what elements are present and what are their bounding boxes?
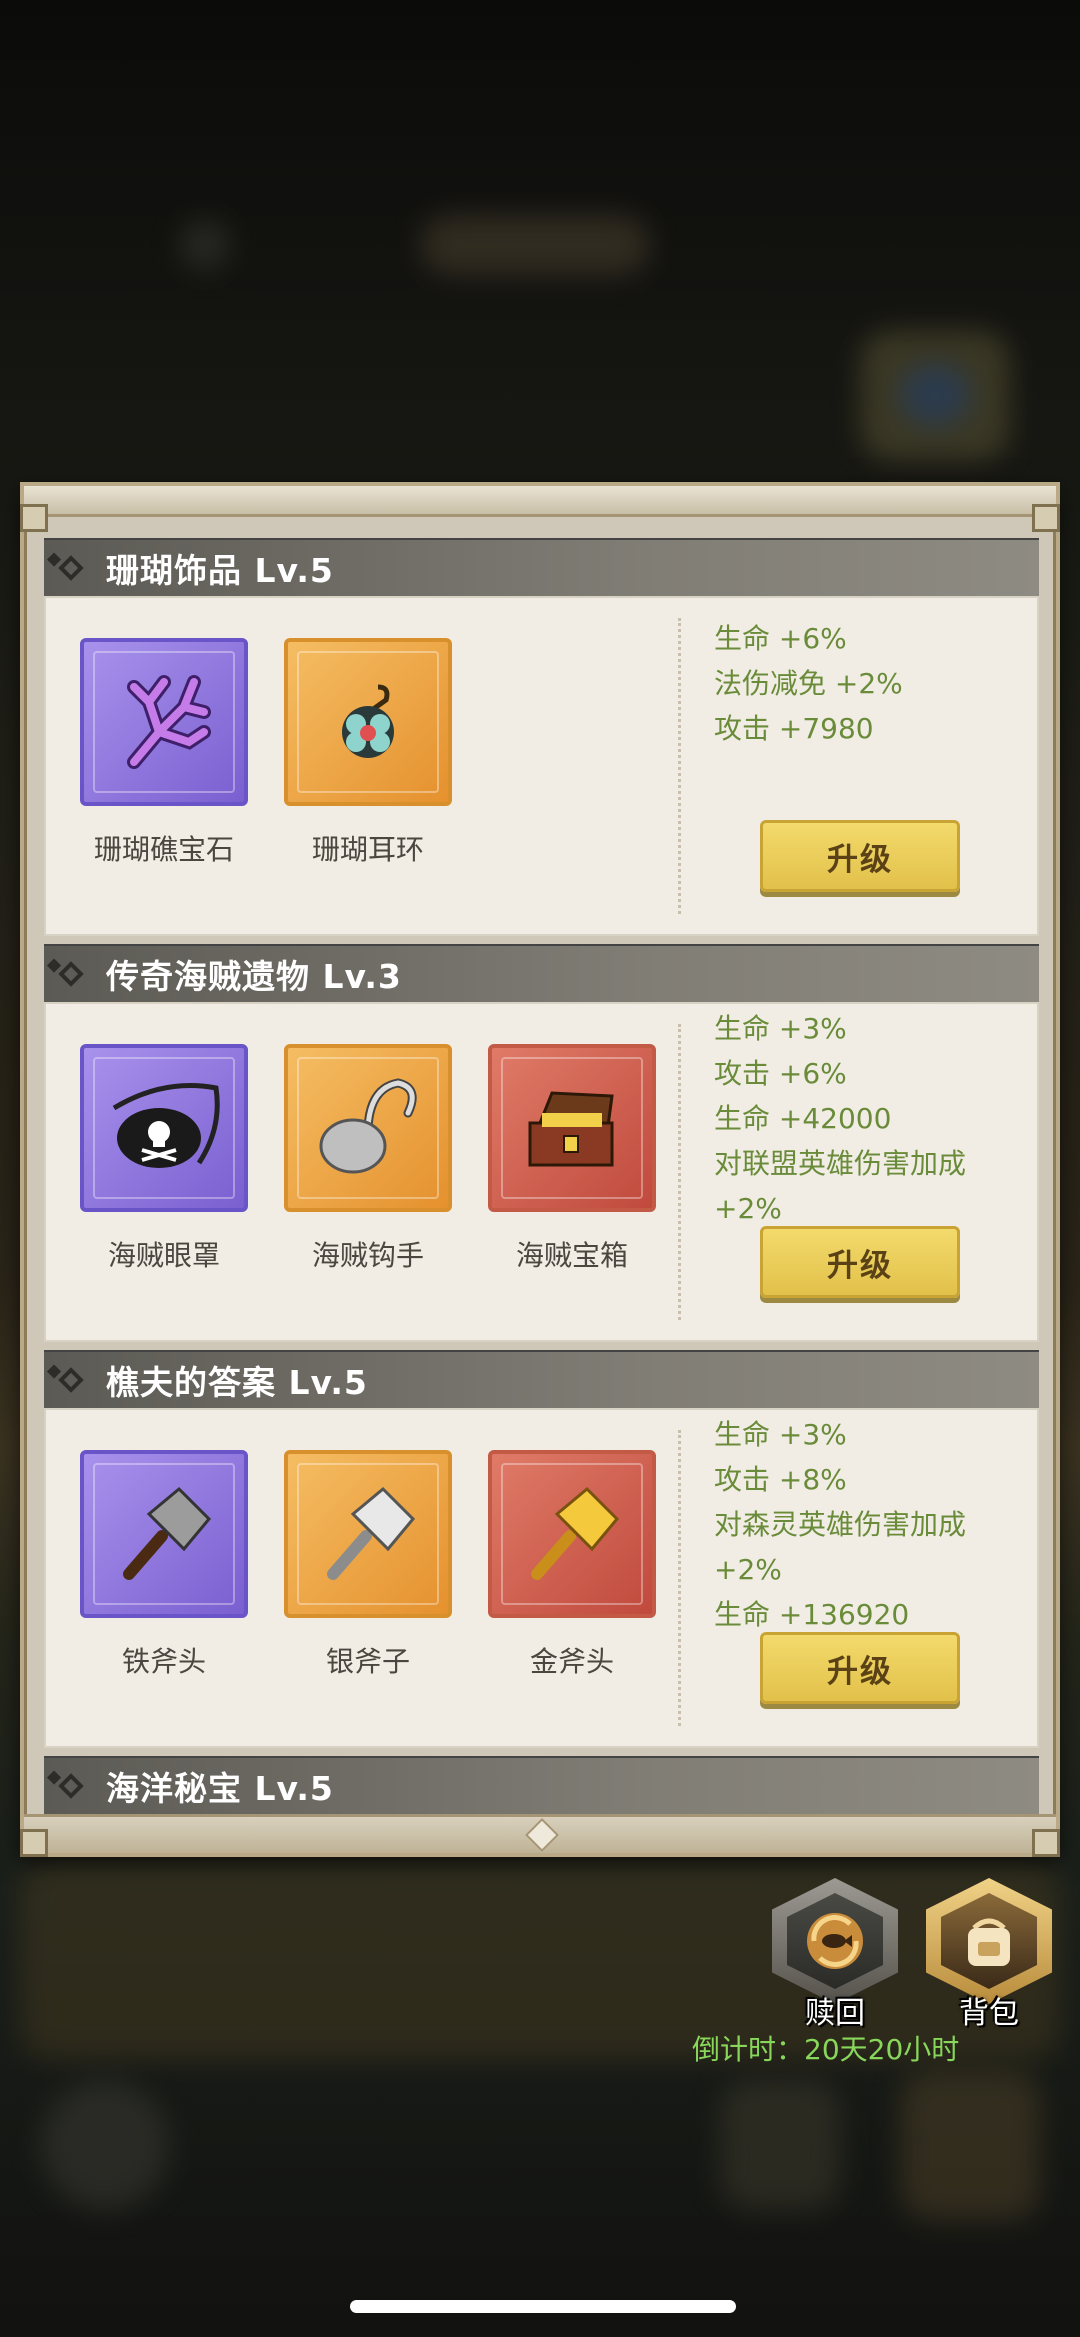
section-header: 珊瑚饰品 Lv.5 — [44, 538, 1039, 596]
diamond-bullet-icon — [58, 1773, 84, 1799]
stat-list: 生命 +6% 法伤减免 +2% 攻击 +7980 — [714, 616, 1014, 751]
item-name: 海贼眼罩 — [107, 1239, 220, 1272]
column-divider — [678, 1430, 681, 1726]
hook-icon — [319, 1078, 417, 1174]
relic-item[interactable]: 海贼眼罩 — [80, 1044, 248, 1274]
upgrade-button[interactable]: 升级 — [760, 1632, 960, 1704]
item-name: 海贼宝箱 — [515, 1239, 628, 1272]
stat-line: 生命 +3% — [714, 1418, 847, 1451]
upgrade-button[interactable]: 升级 — [760, 820, 960, 892]
item-name: 珊瑚耳环 — [311, 833, 424, 866]
relic-item[interactable]: 海贼钩手 — [284, 1044, 452, 1274]
background-blur — [40, 2080, 170, 2210]
backpack-icon — [968, 1918, 1010, 1966]
relic-section: 传奇海贼遗物 Lv.3 海贼眼罩 海贼钩手 海贼宝箱 生命 +3% 攻击 +6%… — [44, 944, 1039, 1342]
item-frame[interactable] — [284, 638, 452, 806]
relic-item[interactable]: 珊瑚耳环 — [284, 638, 452, 868]
item-frame[interactable] — [488, 1450, 656, 1618]
corner-ornament — [1032, 504, 1060, 532]
relic-item[interactable]: 海贼宝箱 — [488, 1044, 656, 1274]
column-divider — [678, 618, 681, 914]
redeem-button[interactable]: 赎回 — [772, 1878, 898, 2031]
section-header: 海洋秘宝 Lv.5 — [44, 1756, 1039, 1814]
relic-section: 珊瑚饰品 Lv.5 珊瑚礁宝石 珊瑚耳环 生命 +6% 法伤减免 +2% 攻击 … — [44, 538, 1039, 936]
relic-panel: 珊瑚饰品 Lv.5 珊瑚礁宝石 珊瑚耳环 生命 +6% 法伤减免 +2% 攻击 … — [20, 482, 1060, 1857]
corner-ornament — [1032, 1829, 1060, 1857]
column-divider — [678, 1024, 681, 1320]
relic-item[interactable]: 珊瑚礁宝石 — [80, 638, 248, 868]
stat-line: 生命 +136920 — [714, 1598, 910, 1631]
backpack-label: 背包 — [959, 1996, 1019, 2031]
relic-item[interactable]: 银斧子 — [284, 1450, 452, 1680]
diamond-bullet-icon — [58, 555, 84, 581]
section-title: 樵夫的答案 Lv.5 — [106, 1363, 368, 1402]
upgrade-button[interactable]: 升级 — [760, 1226, 960, 1298]
stat-line: 生命 +3% — [714, 1012, 847, 1045]
background-blur — [900, 365, 970, 425]
hex-frame — [772, 1878, 898, 2004]
relic-item[interactable]: 铁斧头 — [80, 1450, 248, 1680]
stat-line: +2% — [714, 1553, 782, 1586]
stat-line: +2% — [714, 1192, 782, 1225]
eyepatch-icon — [112, 1083, 220, 1168]
corner-ornament — [20, 504, 48, 532]
section-body: 铁斧头 银斧子 金斧头 生命 +3% 攻击 +8% 对森灵英雄伤害加成 +2% … — [44, 1408, 1039, 1748]
silver-axe-icon — [327, 1486, 416, 1580]
item-name: 铁斧头 — [121, 1645, 206, 1678]
background-blur — [180, 220, 230, 270]
item-name: 银斧子 — [325, 1645, 410, 1678]
home-indicator[interactable] — [350, 2300, 736, 2313]
background-blur — [420, 215, 650, 275]
item-frame[interactable] — [488, 1044, 656, 1212]
background-blur — [900, 2070, 1040, 2220]
section-body: 珊瑚礁宝石 珊瑚耳环 生命 +6% 法伤减免 +2% 攻击 +7980 升级 — [44, 596, 1039, 936]
diamond-bullet-icon — [58, 961, 84, 987]
stat-line: 对联盟英雄伤害加成 — [714, 1147, 967, 1180]
item-name: 海贼钩手 — [311, 1239, 424, 1272]
earring-icon — [342, 684, 394, 758]
item-frame[interactable] — [80, 1450, 248, 1618]
item-frame[interactable] — [80, 1044, 248, 1212]
stat-list: 生命 +3% 攻击 +6% 生命 +42000 对联盟英雄伤害加成 +2% — [714, 1006, 1014, 1231]
section-body: 海贼眼罩 海贼钩手 海贼宝箱 生命 +3% 攻击 +6% 生命 +42000 对… — [44, 1002, 1039, 1342]
item-frame[interactable] — [80, 638, 248, 806]
background-blur — [720, 2080, 840, 2210]
stat-line: 攻击 +8% — [714, 1463, 847, 1496]
corner-ornament — [20, 1829, 48, 1857]
section-title: 海洋秘宝 Lv.5 — [106, 1769, 334, 1808]
panel-top-border — [24, 486, 1056, 517]
hex-frame — [926, 1878, 1052, 2004]
stat-line: 攻击 +7980 — [714, 712, 874, 745]
relic-section: 樵夫的答案 Lv.5 铁斧头 银斧子 金斧头 生命 +3% 攻击 +8% 对森灵… — [44, 1350, 1039, 1748]
relic-list[interactable]: 珊瑚饰品 Lv.5 珊瑚礁宝石 珊瑚耳环 生命 +6% 法伤减免 +2% 攻击 … — [44, 538, 1039, 1821]
item-frame[interactable] — [284, 1044, 452, 1212]
section-title: 珊瑚饰品 Lv.5 — [106, 551, 334, 590]
stat-line: 生命 +42000 — [714, 1102, 892, 1135]
stat-line: 法伤减免 +2% — [714, 667, 903, 700]
stat-line: 生命 +6% — [714, 622, 847, 655]
relic-item[interactable]: 金斧头 — [488, 1450, 656, 1680]
section-title: 传奇海贼遗物 Lv.3 — [106, 957, 402, 996]
redeem-label: 赎回 — [805, 1996, 865, 2031]
relic-section: 海洋秘宝 Lv.5 — [44, 1756, 1039, 1814]
countdown-timer: 倒计时：20天20小时 — [692, 2033, 960, 2066]
fish-cycle-icon — [807, 1913, 863, 1969]
coral-icon — [127, 675, 211, 769]
iron-axe-icon — [123, 1486, 212, 1580]
treasure-chest-icon — [528, 1091, 614, 1167]
item-frame[interactable] — [284, 1450, 452, 1618]
gold-axe-icon — [531, 1486, 620, 1580]
diamond-bullet-icon — [58, 1367, 84, 1393]
item-name: 金斧头 — [529, 1645, 614, 1678]
section-header: 传奇海贼遗物 Lv.3 — [44, 944, 1039, 1002]
section-header: 樵夫的答案 Lv.5 — [44, 1350, 1039, 1408]
stat-line: 对森灵英雄伤害加成 — [714, 1508, 967, 1541]
item-name: 珊瑚礁宝石 — [93, 833, 234, 866]
backpack-button[interactable]: 背包 — [926, 1878, 1052, 2031]
stat-list: 生命 +3% 攻击 +8% 对森灵英雄伤害加成 +2% 生命 +136920 — [714, 1412, 1014, 1637]
stat-line: 攻击 +6% — [714, 1057, 847, 1090]
